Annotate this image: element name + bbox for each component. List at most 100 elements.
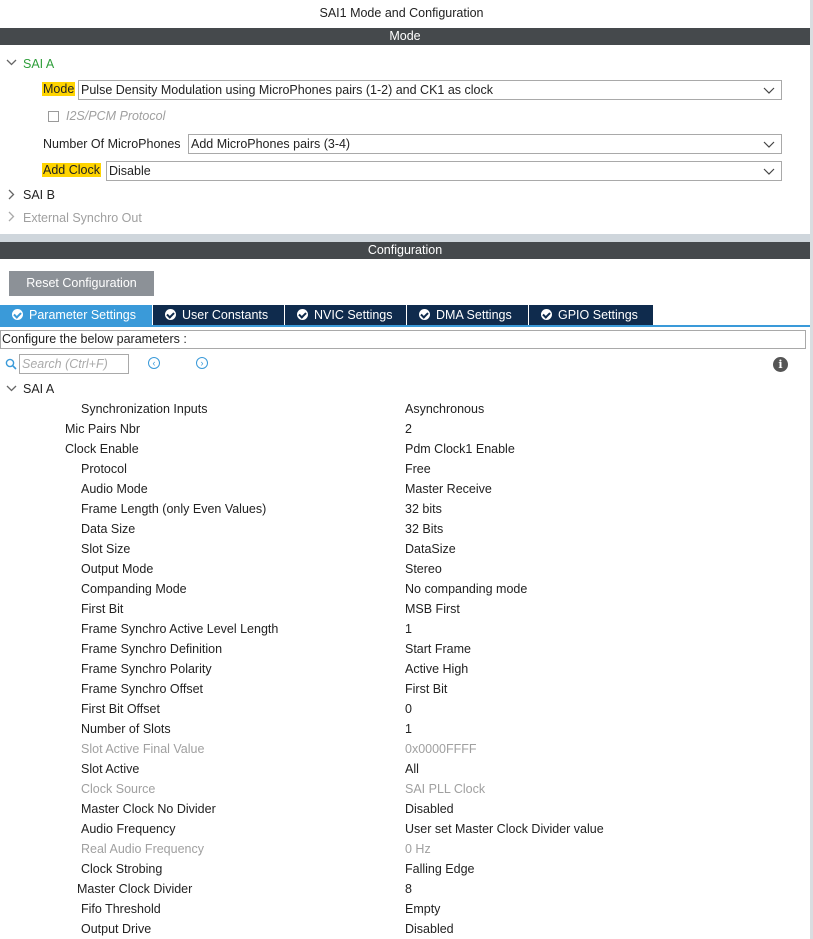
- tab-parameter-settings[interactable]: Parameter Settings: [0, 305, 153, 326]
- param-key: Slot Active: [81, 762, 140, 776]
- param-row[interactable]: Clock Source SAI PLL Clock: [0, 779, 806, 799]
- param-value[interactable]: MSB First: [405, 599, 460, 619]
- param-value[interactable]: Pdm Clock1 Enable: [405, 439, 515, 459]
- param-value[interactable]: 1: [405, 719, 412, 739]
- param-key: Frame Synchro Polarity: [81, 662, 212, 676]
- param-key: Frame Synchro Offset: [81, 682, 204, 696]
- param-key: Audio Mode: [81, 482, 148, 496]
- param-key: Clock Strobing: [81, 862, 163, 876]
- param-key: Master Clock Divider: [77, 882, 193, 896]
- tab-gpio-settings[interactable]: GPIO Settings: [529, 305, 654, 326]
- param-value[interactable]: Start Frame: [405, 639, 471, 659]
- param-value[interactable]: Falling Edge: [405, 859, 475, 879]
- param-key: Frame Synchro Definition: [81, 642, 223, 656]
- param-key: First Bit: [81, 602, 124, 616]
- param-value[interactable]: Asynchronous: [405, 399, 484, 419]
- param-value[interactable]: User set Master Clock Divider value: [405, 819, 604, 839]
- param-value[interactable]: Free: [405, 459, 431, 479]
- next-match-icon[interactable]: ›: [196, 357, 208, 369]
- param-key: Output Drive: [81, 922, 152, 936]
- tab-label: User Constants: [182, 308, 269, 322]
- add-clock-label: Add Clock: [42, 163, 101, 177]
- check-circle-icon: [297, 309, 308, 320]
- param-row[interactable]: Output Drive Disabled: [0, 919, 806, 939]
- param-value[interactable]: First Bit: [405, 679, 447, 699]
- param-value[interactable]: DataSize: [405, 539, 456, 559]
- add-clock-dropdown[interactable]: Disable: [106, 161, 782, 181]
- external-synchro-out-tree-item[interactable]: External Synchro Out: [23, 211, 142, 225]
- tab-label: Parameter Settings: [29, 308, 136, 322]
- param-row[interactable]: Master Clock Divider 8: [0, 879, 806, 899]
- params-group-sai-a[interactable]: SAI A: [23, 382, 54, 396]
- param-row[interactable]: Frame Length (only Even Values) 32 bits: [0, 499, 806, 519]
- param-value[interactable]: 0: [405, 699, 412, 719]
- param-value[interactable]: 0x0000FFFF: [405, 739, 477, 759]
- sai-b-tree-item[interactable]: SAI B: [23, 188, 55, 202]
- param-row[interactable]: Slot Size DataSize: [0, 539, 806, 559]
- param-row[interactable]: Slot Active All: [0, 759, 806, 779]
- param-key: Fifo Threshold: [81, 902, 161, 916]
- param-value[interactable]: No companding mode: [405, 579, 527, 599]
- param-key: Frame Length (only Even Values): [81, 502, 267, 516]
- param-row[interactable]: Frame Synchro Polarity Active High: [0, 659, 806, 679]
- param-key: Clock Source: [81, 782, 156, 796]
- tab-nvic-settings[interactable]: NVIC Settings: [285, 305, 407, 326]
- param-value[interactable]: 32 bits: [405, 499, 442, 519]
- previous-match-icon[interactable]: ‹: [148, 357, 160, 369]
- param-key: Output Mode: [81, 562, 154, 576]
- tab-dma-settings[interactable]: DMA Settings: [407, 305, 529, 326]
- chevron-right-icon[interactable]: [6, 211, 17, 225]
- param-value[interactable]: 2: [405, 419, 412, 439]
- param-row[interactable]: Protocol Free: [0, 459, 806, 479]
- chevron-down-icon: [763, 141, 775, 148]
- section-splitter[interactable]: [0, 234, 810, 242]
- param-row[interactable]: Data Size 32 Bits: [0, 519, 806, 539]
- param-value[interactable]: 1: [405, 619, 412, 639]
- tab-user-constants[interactable]: User Constants: [153, 305, 285, 326]
- check-circle-icon: [541, 309, 552, 320]
- param-value[interactable]: All: [405, 759, 419, 779]
- i2s-pcm-checkbox[interactable]: [48, 111, 59, 122]
- reset-configuration-button[interactable]: Reset Configuration: [9, 271, 154, 296]
- param-row[interactable]: First Bit Offset 0: [0, 699, 806, 719]
- mode-dropdown[interactable]: Pulse Density Modulation using MicroPhon…: [78, 80, 782, 100]
- param-row[interactable]: Real Audio Frequency 0 Hz: [0, 839, 806, 859]
- search-input[interactable]: Search (Ctrl+F): [19, 354, 129, 374]
- param-row[interactable]: Clock Enable Pdm Clock1 Enable: [0, 439, 806, 459]
- param-row[interactable]: Slot Active Final Value 0x0000FFFF: [0, 739, 806, 759]
- param-row[interactable]: Clock Strobing Falling Edge: [0, 859, 806, 879]
- chevron-right-icon[interactable]: [6, 189, 17, 203]
- param-value[interactable]: Empty: [405, 899, 440, 919]
- param-row[interactable]: Frame Synchro Offset First Bit: [0, 679, 806, 699]
- param-row[interactable]: Fifo Threshold Empty: [0, 899, 806, 919]
- param-row[interactable]: Audio Frequency User set Master Clock Div…: [0, 819, 806, 839]
- param-row[interactable]: Synchronization Inputs Asynchronous: [0, 399, 806, 419]
- param-value[interactable]: SAI PLL Clock: [405, 779, 485, 799]
- param-row[interactable]: Output Mode Stereo: [0, 559, 806, 579]
- chevron-down-icon[interactable]: [6, 383, 17, 397]
- tab-underline: [0, 325, 810, 327]
- param-value[interactable]: 32 Bits: [405, 519, 443, 539]
- param-row[interactable]: First Bit MSB First: [0, 599, 806, 619]
- info-icon[interactable]: i: [773, 357, 788, 372]
- param-value[interactable]: Disabled: [405, 799, 454, 819]
- param-row[interactable]: Mic Pairs Nbr 2: [0, 419, 806, 439]
- number-of-microphones-dropdown[interactable]: Add MicroPhones pairs (3-4): [188, 134, 782, 154]
- param-row[interactable]: Companding Mode No companding mode: [0, 579, 806, 599]
- param-row[interactable]: Number of Slots 1: [0, 719, 806, 739]
- param-row[interactable]: Audio Mode Master Receive: [0, 479, 806, 499]
- sai-a-tree-item[interactable]: SAI A: [23, 57, 54, 71]
- param-value[interactable]: Master Receive: [405, 479, 492, 499]
- param-row[interactable]: Frame Synchro Active Level Length 1: [0, 619, 806, 639]
- param-row[interactable]: Master Clock No Divider Disabled: [0, 799, 806, 819]
- param-value[interactable]: Active High: [405, 659, 468, 679]
- param-row[interactable]: Frame Synchro Definition Start Frame: [0, 639, 806, 659]
- param-value[interactable]: 8: [405, 879, 412, 899]
- param-key: First Bit Offset: [81, 702, 160, 716]
- param-value[interactable]: 0 Hz: [405, 839, 431, 859]
- param-value[interactable]: Stereo: [405, 559, 442, 579]
- param-value[interactable]: Disabled: [405, 919, 454, 939]
- param-key: Synchronization Inputs: [81, 402, 208, 416]
- chevron-down-icon[interactable]: [6, 57, 17, 71]
- tab-label: DMA Settings: [436, 308, 512, 322]
